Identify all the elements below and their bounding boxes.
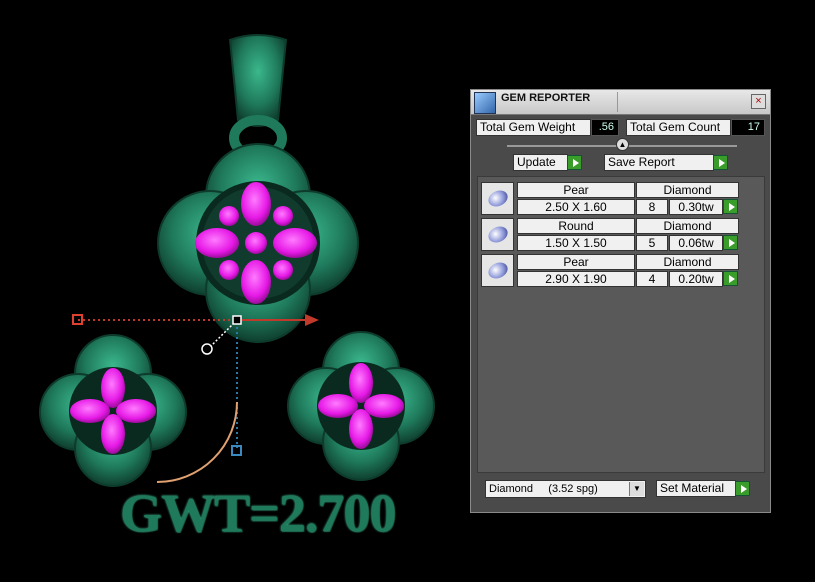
gem-count: 8	[636, 199, 668, 215]
gem-row-play-icon[interactable]	[723, 235, 738, 250]
material-select[interactable]: Diamond (3.52 spg) ▼	[485, 480, 646, 498]
gem-row-play-icon[interactable]	[723, 271, 738, 286]
total-gem-count-value: 17	[731, 119, 765, 136]
gem-material: Diamond	[636, 182, 739, 198]
gem-row[interactable]: Round Diamond 1.50 X 1.50 5 0.06tw	[481, 218, 741, 252]
gem-size: 2.50 X 1.60	[517, 199, 635, 215]
gem-list[interactable]: Pear Diamond 2.50 X 1.60 8 0.30tw Round …	[477, 176, 765, 473]
set-material-play-icon[interactable]	[735, 481, 750, 496]
gem-row[interactable]: Pear Diamond 2.90 X 1.90 4 0.20tw	[481, 254, 741, 288]
gem-thumbnail-icon	[481, 182, 514, 215]
update-play-icon[interactable]	[567, 155, 582, 170]
gem-shape: Pear	[517, 182, 635, 198]
save-report-play-icon[interactable]	[713, 155, 728, 170]
set-material-button[interactable]: Set Material	[656, 480, 736, 497]
material-select-value: Diamond (3.52 spg)	[489, 483, 598, 495]
gem-thumbnail-icon	[481, 218, 514, 251]
gem-row[interactable]: Pear Diamond 2.50 X 1.60 8 0.30tw	[481, 182, 741, 216]
gem-weight: 0.30tw	[669, 199, 723, 215]
gold-weight-label: GWT=2.700	[120, 483, 396, 543]
gem-material: Diamond	[636, 254, 739, 270]
save-report-button[interactable]: Save Report	[604, 154, 714, 171]
total-gem-weight-value: .56	[591, 119, 619, 136]
slider-knob-icon[interactable]: ▲	[616, 138, 629, 151]
dropdown-arrow-icon[interactable]: ▼	[629, 482, 644, 496]
gem-count: 4	[636, 271, 668, 287]
gem-weight: 0.06tw	[669, 235, 723, 251]
pendant-bail	[228, 34, 288, 161]
earring-left	[39, 334, 187, 487]
gem-reporter-panel: GEM REPORTER × Total Gem Weight .56 Tota…	[470, 89, 771, 513]
gem-material: Diamond	[636, 218, 739, 234]
gem-shape: Round	[517, 218, 635, 234]
earring-right	[287, 331, 435, 481]
total-gem-weight-label: Total Gem Weight	[476, 119, 591, 136]
gem-size: 2.90 X 1.90	[517, 271, 635, 287]
title-separator	[617, 92, 618, 112]
gem-shape: Pear	[517, 254, 635, 270]
total-gem-count-label: Total Gem Count	[626, 119, 731, 136]
gem-row-play-icon[interactable]	[723, 199, 738, 214]
gem-thumbnail-icon	[481, 254, 514, 287]
panel-titlebar[interactable]: GEM REPORTER ×	[471, 90, 770, 115]
close-icon[interactable]: ×	[751, 94, 766, 109]
gem-count: 5	[636, 235, 668, 251]
gem-weight: 0.20tw	[669, 271, 723, 287]
panel-title: GEM REPORTER	[501, 92, 591, 104]
pendant	[157, 143, 359, 343]
gem-size: 1.50 X 1.50	[517, 235, 635, 251]
gem-reporter-icon	[474, 92, 496, 114]
update-button[interactable]: Update	[513, 154, 568, 171]
